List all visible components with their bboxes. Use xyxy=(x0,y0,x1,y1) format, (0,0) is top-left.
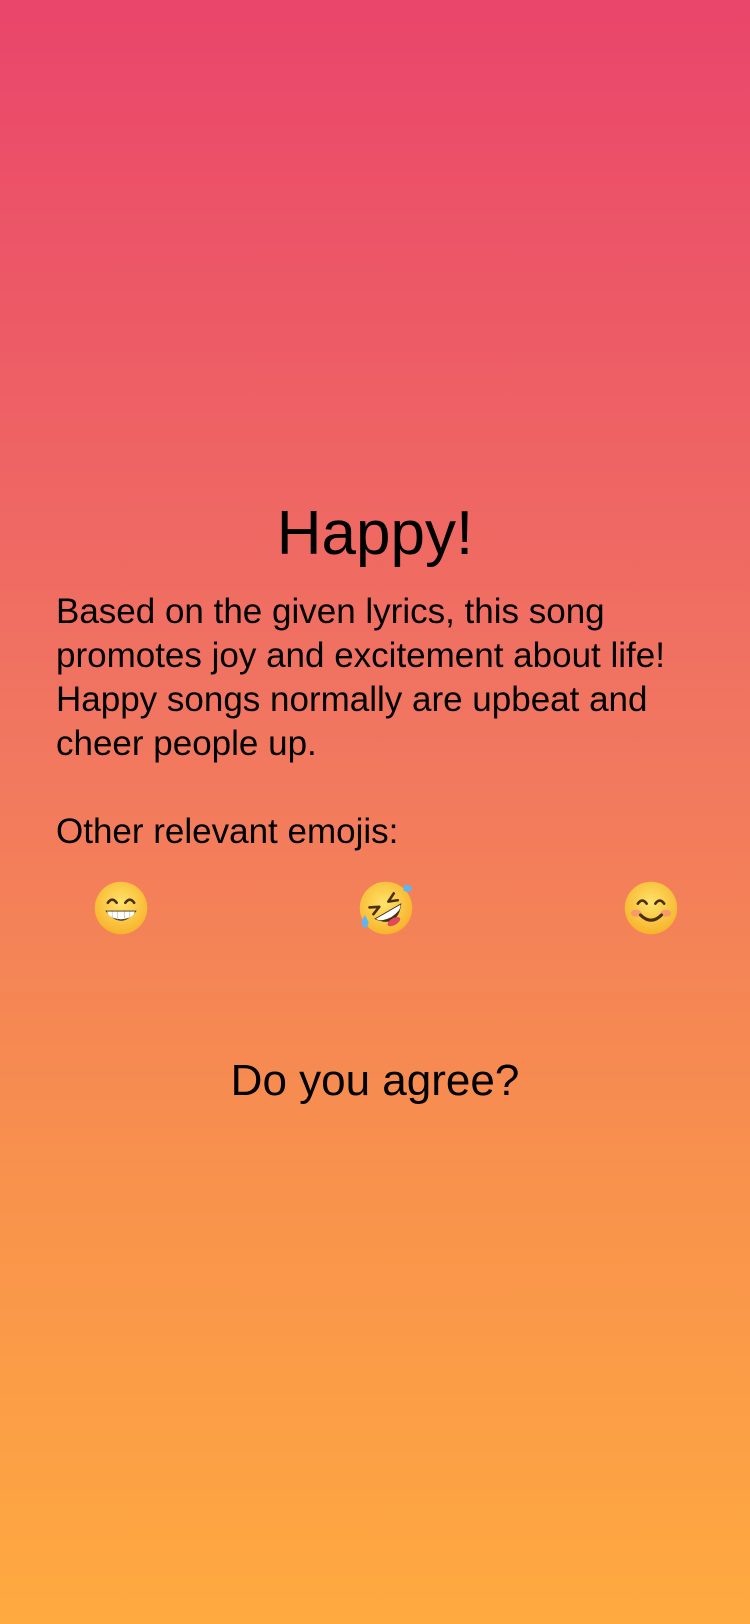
agree-question: Do you agree? xyxy=(230,1056,520,1105)
smiling-face-with-smiling-eyes-icon[interactable] xyxy=(621,878,681,938)
emoji-section-label: Other relevant emojis: xyxy=(56,812,399,851)
mood-title: Happy! xyxy=(276,499,474,568)
mood-description: Based on the given lyrics, this song pro… xyxy=(56,592,665,763)
emoji-row xyxy=(0,878,750,938)
grinning-face-with-smiling-eyes-icon[interactable] xyxy=(91,878,151,938)
rolling-on-the-floor-laughing-icon[interactable] xyxy=(356,878,416,938)
result-screen: Happy! Based on the given lyrics, this s… xyxy=(0,0,750,1624)
